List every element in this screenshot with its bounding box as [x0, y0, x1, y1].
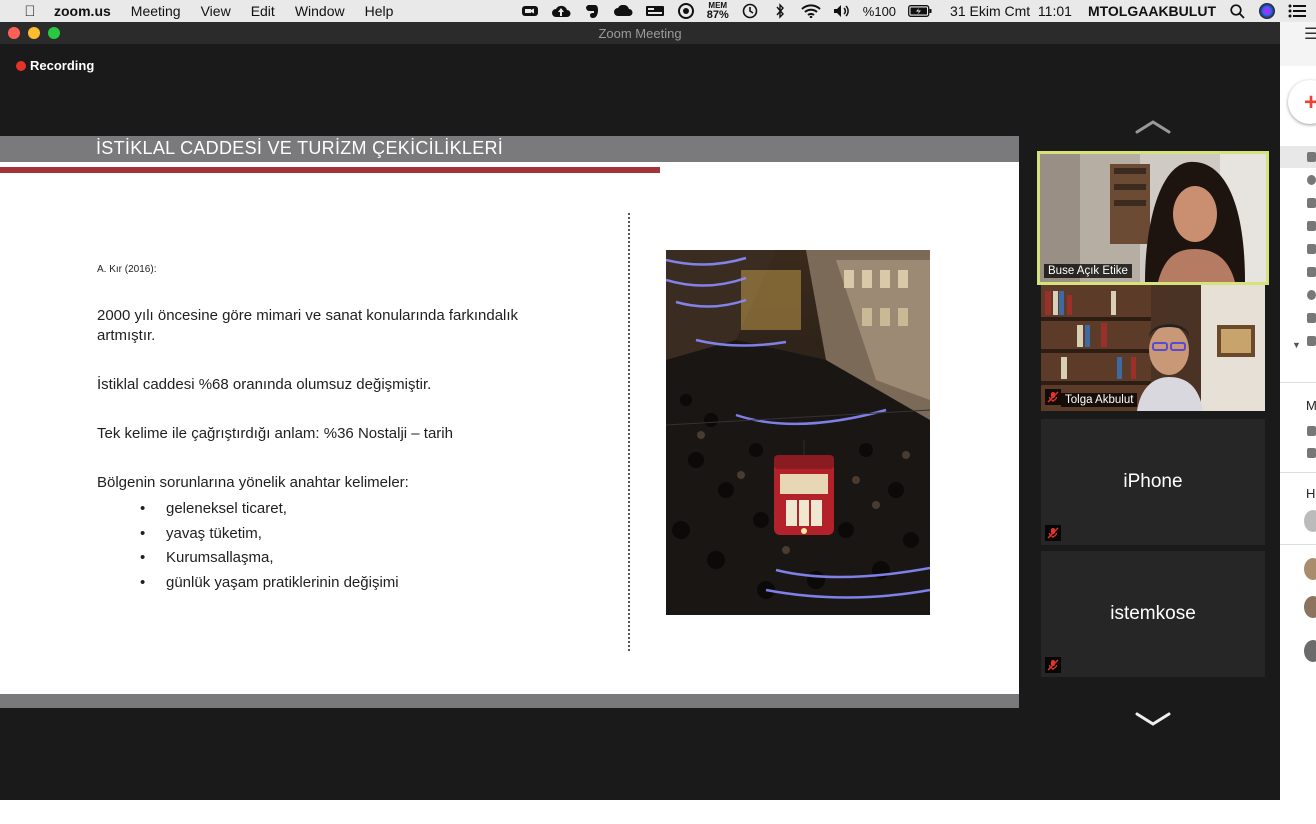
menu-clock[interactable]: 31 Ekim Cmt 11:01	[950, 3, 1072, 19]
shared-screen-slide[interactable]: İSTİKLAL CADDESİ VE TURİZM ÇEKİCİLİKLERİ…	[0, 136, 1019, 708]
participant-name: istemkose	[1110, 603, 1196, 624]
participant-tile[interactable]: istemkose	[1041, 551, 1265, 677]
microphone-muted-icon	[1045, 525, 1061, 541]
spam-icon[interactable]	[1307, 290, 1316, 300]
zoom-meeting-window: Zoom Meeting Recording İSTİKLAL CADDESİ …	[0, 22, 1280, 800]
slide-bottom-band	[0, 694, 1019, 708]
slide-title: İSTİKLAL CADDESİ VE TURİZM ÇEKİCİLİKLERİ	[96, 138, 504, 158]
contact-avatar[interactable]	[1304, 596, 1316, 618]
slide-accent-line	[0, 167, 660, 173]
disk-icon[interactable]	[645, 3, 665, 19]
wifi-icon[interactable]	[801, 3, 821, 19]
contact-avatar[interactable]	[1304, 510, 1316, 532]
menu-edit[interactable]: Edit	[251, 3, 275, 19]
participant-tile-active-speaker[interactable]: Buse Açık Etike	[1037, 151, 1269, 285]
participant-tile[interactable]: iPhone	[1041, 419, 1265, 545]
menu-help[interactable]: Help	[365, 3, 394, 19]
scroll-down-button[interactable]	[1134, 708, 1172, 730]
memory-meter[interactable]: MEM 87%	[706, 1, 729, 21]
menu-lines-icon[interactable]: ☰	[1304, 24, 1316, 44]
apple-menu-icon[interactable]: 	[20, 3, 40, 20]
notification-center-icon[interactable]	[1288, 3, 1306, 19]
slide-paragraph: Bölgenin sorunlarına yönelik anahtar kel…	[97, 474, 409, 491]
expand-icon[interactable]: ▼	[1292, 340, 1301, 350]
draft-icon[interactable]	[1307, 244, 1316, 254]
menu-bar:  zoom.us Meeting View Edit Window Help …	[0, 0, 1316, 22]
star-icon[interactable]	[1307, 175, 1316, 185]
scroll-up-button[interactable]	[1134, 116, 1172, 138]
trash-icon[interactable]	[1307, 313, 1316, 323]
volume-icon[interactable]	[833, 3, 851, 19]
slide-bullet: geleneksel ticaret,	[140, 497, 399, 522]
folder-icon[interactable]	[1307, 336, 1316, 346]
slide-bullet: yavaş tüketim,	[140, 522, 399, 547]
spotlight-search-icon[interactable]	[1228, 3, 1246, 19]
sidebar-divider	[1280, 382, 1316, 383]
background-app-sidebar: ☰ + ▼ M H	[1280, 22, 1316, 824]
siri-icon[interactable]	[1258, 3, 1276, 19]
slide-paragraph: Tek kelime ile çağrıştırdığı anlam: %36 …	[97, 425, 453, 442]
istiklal-street-photo	[666, 250, 930, 615]
menu-view[interactable]: View	[201, 3, 231, 19]
video-icon[interactable]	[1307, 426, 1316, 436]
participant-name: iPhone	[1123, 471, 1183, 492]
bluetooth-icon[interactable]	[771, 3, 789, 19]
memory-value: 87%	[706, 8, 729, 21]
battery-icon[interactable]	[908, 3, 932, 19]
slide-paragraph: İstiklal caddesi %68 oranında olumsuz de…	[97, 376, 432, 393]
slide-bullet: günlük yaşam pratiklerinin değişimi	[140, 571, 399, 596]
contact-avatar[interactable]	[1304, 640, 1316, 662]
time-machine-icon[interactable]	[741, 3, 759, 19]
window-titlebar[interactable]: Zoom Meeting	[0, 22, 1280, 44]
microphone-muted-icon	[1045, 389, 1061, 405]
mail-icon[interactable]	[1307, 267, 1316, 277]
snooze-icon[interactable]	[1307, 198, 1316, 208]
send-icon[interactable]	[1307, 221, 1316, 231]
recording-indicator[interactable]: Recording	[16, 58, 94, 73]
participant-name: Tolga Akbulut	[1061, 393, 1138, 407]
recording-label: Recording	[30, 58, 95, 73]
window-title: Zoom Meeting	[598, 25, 682, 41]
sidebar-section-h: H	[1306, 486, 1316, 501]
recording-dot-icon	[16, 60, 26, 71]
participant-video	[1040, 154, 1266, 282]
menu-window[interactable]: Window	[295, 3, 345, 19]
cloud-icon[interactable]	[613, 3, 633, 19]
slide-paragraph: 2000 yılı öncesine göre mimari ve sanat …	[97, 307, 519, 344]
sidebar-section-m: M	[1306, 398, 1316, 413]
slide-bullet-list: geleneksel ticaret, yavaş tüketim, Kurum…	[140, 497, 399, 595]
slide-bullet: Kurumsallaşma,	[140, 546, 399, 571]
tunnel-icon[interactable]	[677, 3, 695, 19]
sidebar-divider	[1280, 472, 1316, 473]
menu-meeting[interactable]: Meeting	[131, 3, 181, 19]
cloud-upload-icon[interactable]	[551, 3, 571, 19]
plus-icon: +	[1304, 89, 1316, 116]
menu-app-name[interactable]: zoom.us	[54, 3, 111, 19]
evernote-icon[interactable]	[583, 3, 601, 19]
inbox-icon[interactable]	[1307, 152, 1316, 162]
keyboard-icon[interactable]	[1307, 448, 1316, 458]
participant-name: Buse Açık Etike	[1044, 264, 1132, 278]
slide-dotted-divider	[628, 213, 630, 651]
compose-button[interactable]: +	[1288, 80, 1316, 124]
battery-percent[interactable]: %100	[863, 4, 896, 19]
contact-avatar[interactable]	[1304, 558, 1316, 580]
microphone-muted-icon	[1045, 657, 1061, 673]
zoom-camera-icon[interactable]	[521, 3, 539, 19]
slide-source: A. Kır (2016):	[97, 264, 157, 275]
sidebar-divider	[1280, 544, 1316, 545]
participant-tile[interactable]: Tolga Akbulut	[1041, 285, 1265, 411]
menu-user[interactable]: MTOLGAAKBULUT	[1088, 3, 1216, 19]
